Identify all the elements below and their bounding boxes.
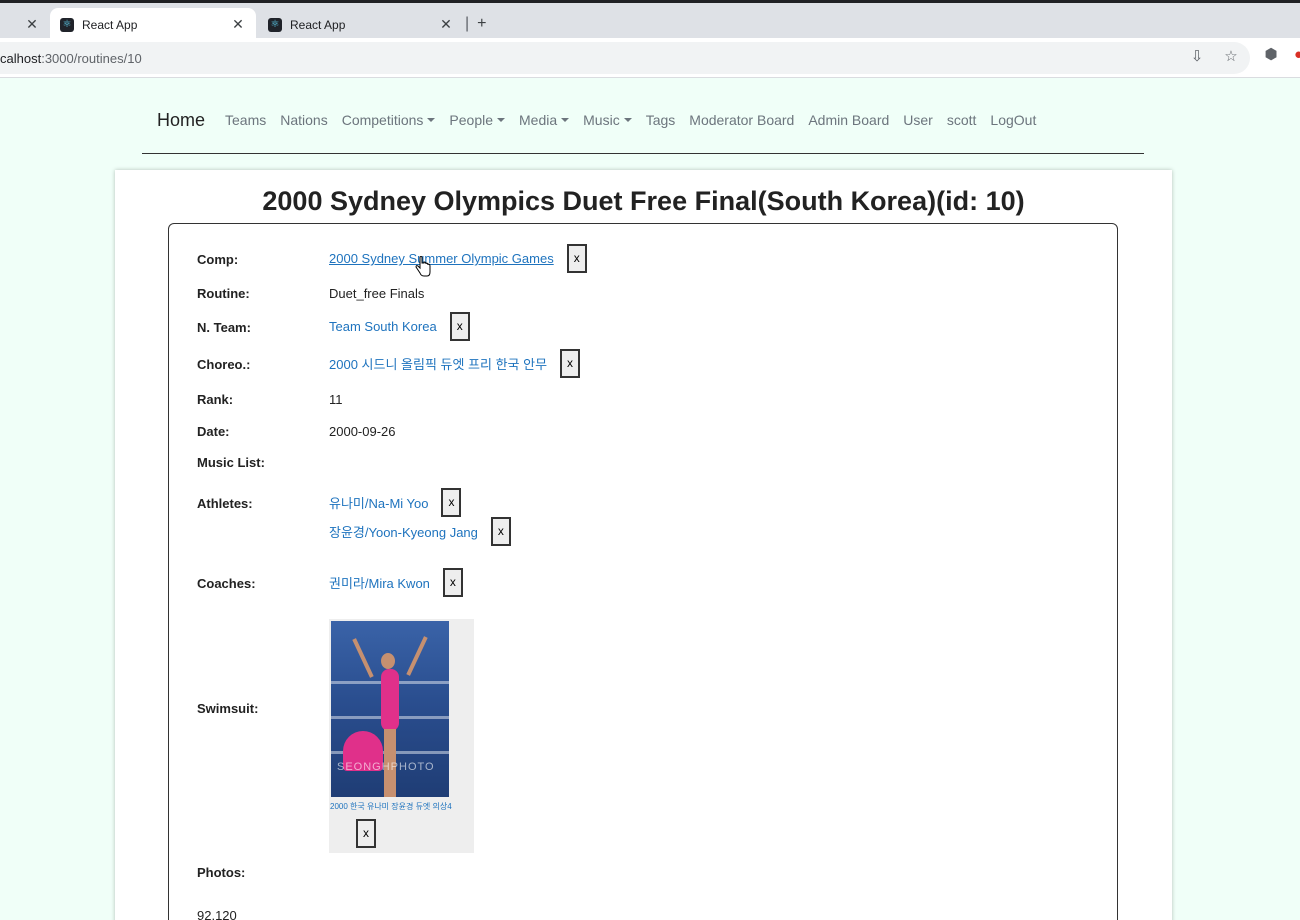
date-label: Date: [197,424,230,439]
dropdown-label: People [449,112,493,128]
choreo-value: 2000 시드니 올림픽 듀엣 프리 한국 안무 x [329,349,581,378]
routine-details: Comp: 2000 Sydney Summer Olympic Games x… [168,223,1118,920]
athlete-item: 유나미/Na-Mi Yoo x [329,488,462,517]
profile-icon[interactable]: ● [1294,46,1300,64]
athlete-item: 장윤경/Yoon-Kyeong Jang x [329,517,511,546]
swimmer-arm [352,638,374,678]
swimmer-body [381,669,399,731]
browser-tab-previous[interactable]: ✕ [0,8,48,41]
caret-down-icon [497,118,505,122]
choreo-label: Choreo.: [197,357,251,372]
page-title: 2000 Sydney Olympics Duet Free Final(Sou… [262,186,1025,216]
omnibox-icons: ⇩ ☆ [1188,48,1240,66]
photos-value: 92,120 [197,908,237,920]
comp-value: 2000 Sydney Summer Olympic Games x [329,244,587,273]
coaches-label: Coaches: [197,576,256,591]
team-link[interactable]: Team South Korea [329,319,437,334]
close-icon[interactable]: ✕ [230,16,246,33]
toolbar-icons: ⬢ ● [1262,46,1300,64]
date-value: 2000-09-26 [329,424,396,439]
rank-value: 11 [329,392,343,407]
nav-logout-link[interactable]: LogOut [990,112,1036,128]
photos-label: Photos: [197,865,246,880]
team-label: N. Team: [197,320,251,335]
music-list-label: Music List: [197,455,265,470]
swimsuit-label: Swimsuit: [197,701,259,716]
remove-athlete-button[interactable]: x [441,488,462,517]
remove-coach-button[interactable]: x [442,568,463,597]
nav-media-dropdown[interactable]: Media [519,112,570,128]
new-tab-button[interactable]: + [477,15,486,33]
swimsuit-card: SEONGHPHOTO 2000 한국 유나미 장윤경 듀엣 의상4 x [329,619,474,853]
athlete-link[interactable]: 유나미/Na-Mi Yoo [329,493,428,512]
browser-tab-inactive[interactable]: ⚛ React App ✕ [258,8,464,41]
tab-divider: | [465,15,470,32]
athlete-link[interactable]: 장윤경/Yoon-Kyeong Jang [329,522,478,541]
team-value: Team South Korea x [329,312,470,341]
extension-icon[interactable]: ⬢ [1262,46,1280,64]
remove-choreography-button[interactable]: x [560,349,581,378]
caret-down-icon [427,118,436,122]
react-icon: ⚛ [60,17,74,32]
competition-link[interactable]: 2000 Sydney Summer Olympic Games [329,251,554,266]
nav-profile-link[interactable]: scott [947,112,977,128]
dropdown-label: Music [583,112,620,128]
main-navbar: Home Teams Nations Competitions People M… [142,95,1144,154]
browser-tab-active[interactable]: ⚛ React App ✕ [50,8,256,41]
caret-down-icon [623,118,632,122]
tab-title: React App [290,17,346,32]
url-path: :3000/routines/10 [41,50,142,66]
routine-value: Duet_free Finals [329,286,425,301]
nav-competitions-dropdown[interactable]: Competitions [342,112,436,128]
nav-people-dropdown[interactable]: People [449,112,505,128]
url-input[interactable]: calhost:3000/routines/10 [0,42,1250,74]
swimmer-head [381,653,395,669]
hand-cursor-icon [415,256,431,277]
remove-team-button[interactable]: x [449,312,470,341]
tab-title: React App [82,17,138,32]
close-icon[interactable]: ✕ [438,16,454,33]
routine-label: Routine: [197,286,250,301]
caret-down-icon [561,118,570,122]
remove-swimsuit-button[interactable]: x [356,819,376,848]
swimsuit-image[interactable]: SEONGHPHOTO [331,621,449,797]
bookmark-star-icon[interactable]: ☆ [1222,48,1240,66]
install-app-icon[interactable]: ⇩ [1188,48,1206,66]
swimmer-arm [406,636,428,676]
nav-home-link[interactable]: Home [157,110,205,131]
nav-links: Teams Nations Competitions People Media … [225,112,1036,128]
new-tab-area: | + [465,13,487,35]
comp-label: Comp: [197,252,239,267]
nav-nations-link[interactable]: Nations [280,112,327,128]
remove-athlete-button[interactable]: x [490,517,511,546]
dropdown-label: Competitions [341,112,424,128]
dropdown-label: Media [519,112,558,128]
coach-link[interactable]: 권미라/Mira Kwon [329,573,430,592]
nav-teams-link[interactable]: Teams [225,112,266,128]
react-icon: ⚛ [268,17,282,32]
nav-moderator-board-link[interactable]: Moderator Board [689,112,794,128]
choreography-link[interactable]: 2000 시드니 올림픽 듀엣 프리 한국 안무 [329,354,547,373]
nav-admin-board-link[interactable]: Admin Board [808,112,889,128]
athletes-label: Athletes: [197,496,253,511]
rank-label: Rank: [197,392,234,407]
nav-user-link[interactable]: User [903,112,933,128]
remove-competition-button[interactable]: x [566,244,587,273]
address-bar: calhost:3000/routines/10 ⇩ ☆ ⬢ ● [0,38,1300,78]
swimsuit-caption[interactable]: 2000 한국 유나미 장윤경 듀엣 의상4 [330,801,452,812]
url-host: calhost [0,50,42,66]
close-icon[interactable]: ✕ [24,16,40,33]
browser-tab-bar: ✕ ⚛ React App ✕ ⚛ React App ✕ | + [0,0,1300,41]
coach-item: 권미라/Mira Kwon x [329,568,463,597]
routine-card: 2000 Sydney Olympics Duet Free Final(Sou… [115,170,1172,920]
nav-music-dropdown[interactable]: Music [583,112,632,128]
image-watermark: SEONGHPHOTO [337,761,435,773]
nav-tags-link[interactable]: Tags [646,112,676,128]
